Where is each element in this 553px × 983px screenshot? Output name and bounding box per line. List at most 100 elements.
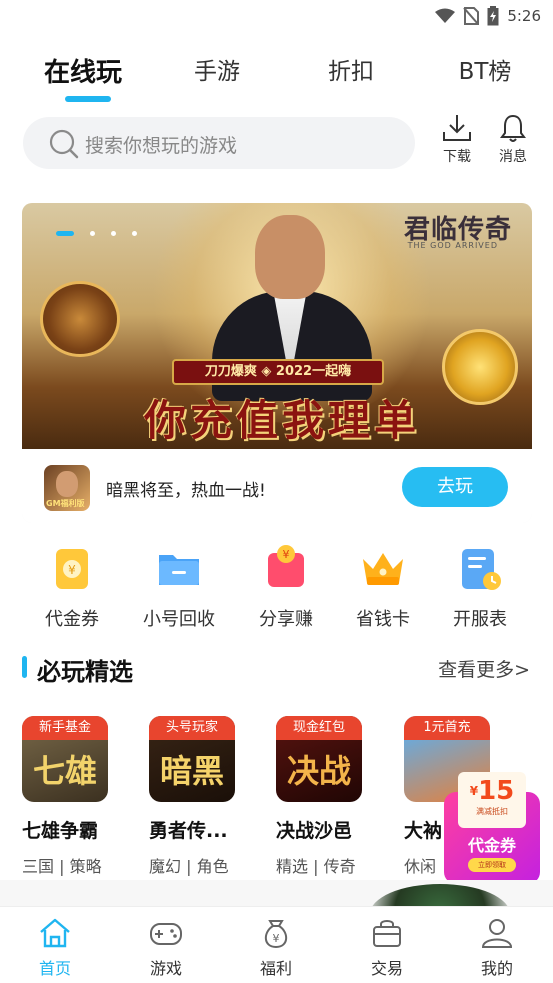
nav-label: 游戏: [149, 959, 182, 978]
quick-menu: ¥ 代金券 小号回收 ¥ 分享赚 省钱卡 开服表: [0, 545, 553, 635]
voucher-icon: ¥: [48, 545, 96, 593]
game-thumb-text: 决战: [286, 752, 351, 790]
banner-description: 暗黑将至，热血一战!: [106, 481, 266, 501]
tab-label: 折扣: [328, 59, 374, 85]
coupon-amount-value: 15: [478, 776, 515, 806]
section-header: 必玩精选 查看更多>: [22, 652, 532, 686]
game-tag: 新手基金: [22, 716, 108, 740]
banner-image[interactable]: 君临传奇 THE GOD ARRIVED 刀刀爆爽 ◈ 2022一起嗨 你充值我…: [22, 203, 532, 449]
coupon-paper: ¥15 满减抵扣: [458, 772, 526, 828]
download-label: 下载: [443, 149, 471, 165]
game-thumbnail[interactable]: 决战 现金红包: [276, 716, 362, 802]
tab-bt-ranking[interactable]: BT榜: [430, 52, 540, 86]
banner-ribbon: 刀刀爆爽 ◈ 2022一起嗨: [172, 359, 384, 385]
download-icon: [443, 115, 471, 141]
game-card[interactable]: 暗黑 头号玩家 勇者传... 魔幻 | 角色: [149, 716, 259, 876]
game-name: 决战沙邑: [276, 820, 353, 842]
status-bar: 5:26: [0, 0, 553, 32]
quick-item-label: 小号回收: [143, 609, 215, 630]
nav-home[interactable]: 首页: [0, 915, 110, 979]
no-sim-icon: [463, 7, 480, 25]
nav-label: 福利: [259, 959, 292, 978]
tab-discount[interactable]: 折扣: [296, 52, 406, 86]
section-accent-bar: [22, 656, 27, 678]
tab-mobile-games[interactable]: 手游: [162, 52, 272, 86]
tab-label: 在线玩: [43, 58, 122, 88]
banner-game-logo-sub: THE GOD ARRIVED: [407, 241, 498, 250]
nav-label: 我的: [480, 959, 513, 978]
quick-item-label: 分享赚: [259, 609, 313, 630]
tab-online-play[interactable]: 在线玩: [28, 52, 138, 102]
quick-item-server-schedule[interactable]: 开服表: [430, 545, 530, 631]
search-input[interactable]: 搜索你想玩的游戏: [23, 117, 415, 169]
game-thumb-text: 七雄: [32, 752, 97, 790]
carousel-dot: [111, 231, 116, 236]
user-icon: [481, 919, 513, 948]
tab-label: BT榜: [458, 59, 512, 85]
coupon-claim-button[interactable]: 立即领取: [468, 858, 516, 872]
bottom-nav: 首页 游戏 ¥ 福利 交易 我的: [0, 906, 553, 983]
game-card[interactable]: 七雄 新手基金 七雄争霸 三国 | 策略: [22, 716, 132, 876]
game-thumbnail[interactable]: 七雄 新手基金: [22, 716, 108, 802]
game-thumb-text: 暗黑: [159, 752, 224, 790]
game-name: 七雄争霸: [22, 820, 99, 842]
nav-label: 交易: [370, 959, 403, 978]
carousel-dot-active: [56, 231, 74, 236]
game-thumbnail[interactable]: 暗黑 头号玩家: [149, 716, 235, 802]
banner-slogan: 你充值我理单: [143, 396, 420, 445]
game-tag: 现金红包: [276, 716, 362, 740]
top-tabs: 在线玩 手游 折扣 BT榜: [0, 52, 553, 102]
nav-games[interactable]: 游戏: [111, 915, 221, 979]
messages-button[interactable]: 消息: [490, 112, 536, 166]
app-icon-face: [56, 471, 78, 497]
game-genres: 精选 | 传奇: [276, 857, 356, 876]
treasure-chest-icon: [40, 281, 120, 357]
game-genres: 三国 | 策略: [22, 857, 102, 876]
search-placeholder: 搜索你想玩的游戏: [85, 135, 238, 157]
game-tag: 头号玩家: [149, 716, 235, 740]
game-name: 勇者传...: [149, 820, 228, 842]
quick-item-savings-card[interactable]: 省钱卡: [333, 545, 433, 631]
nav-trade[interactable]: 交易: [332, 915, 442, 979]
next-section-image: [370, 884, 510, 906]
messages-label: 消息: [499, 149, 527, 165]
banner-app-icon[interactable]: GM福利版: [44, 465, 90, 511]
floating-coupon[interactable]: ¥15 满减抵扣 代金券 立即领取: [444, 772, 540, 884]
quick-item-voucher[interactable]: ¥ 代金券: [22, 545, 122, 631]
banner-card[interactable]: 君临传奇 THE GOD ARRIVED 刀刀爆爽 ◈ 2022一起嗨 你充值我…: [22, 203, 532, 523]
quick-item-label: 开服表: [453, 609, 507, 630]
svg-text:¥: ¥: [68, 563, 76, 577]
quick-item-share-earn[interactable]: ¥ 分享赚: [236, 545, 336, 631]
game-card[interactable]: 决战 现金红包 决战沙邑 精选 | 传奇: [276, 716, 386, 876]
home-icon: [40, 918, 70, 948]
quick-item-account-recycle[interactable]: 小号回收: [129, 545, 229, 631]
coupon-subtext: 满减抵扣: [476, 807, 508, 816]
tab-label: 手游: [194, 59, 240, 85]
download-button[interactable]: 下载: [434, 112, 480, 166]
carousel-dot: [90, 231, 95, 236]
carousel-indicator: [56, 231, 137, 236]
search-icon: [49, 129, 79, 159]
svg-text:¥: ¥: [283, 548, 290, 561]
spokesperson-head: [255, 215, 325, 299]
shopping-bag-icon: [373, 920, 401, 947]
app-icon-text: GM福利版: [46, 499, 85, 508]
battery-icon: [487, 6, 499, 26]
money-bag-icon: ¥: [264, 920, 288, 949]
gamepad-icon: [150, 923, 182, 945]
nav-profile[interactable]: 我的: [442, 915, 552, 979]
svg-text:¥: ¥: [273, 932, 280, 945]
play-button[interactable]: 去玩: [402, 467, 508, 507]
banner-footer: GM福利版 暗黑将至，热血一战! 去玩: [22, 449, 532, 523]
see-more-link[interactable]: 查看更多>: [438, 655, 530, 682]
nav-label: 首页: [38, 959, 71, 978]
next-section-peek: [0, 880, 553, 906]
carousel-dot: [132, 231, 137, 236]
quick-item-label: 代金券: [45, 609, 99, 630]
bell-icon: [500, 114, 526, 142]
red-packet-icon: ¥: [262, 545, 310, 593]
coupon-amount: ¥15: [469, 776, 515, 806]
nav-welfare[interactable]: ¥ 福利: [221, 915, 331, 979]
wifi-icon: [435, 8, 456, 23]
quick-item-label: 省钱卡: [356, 609, 410, 630]
